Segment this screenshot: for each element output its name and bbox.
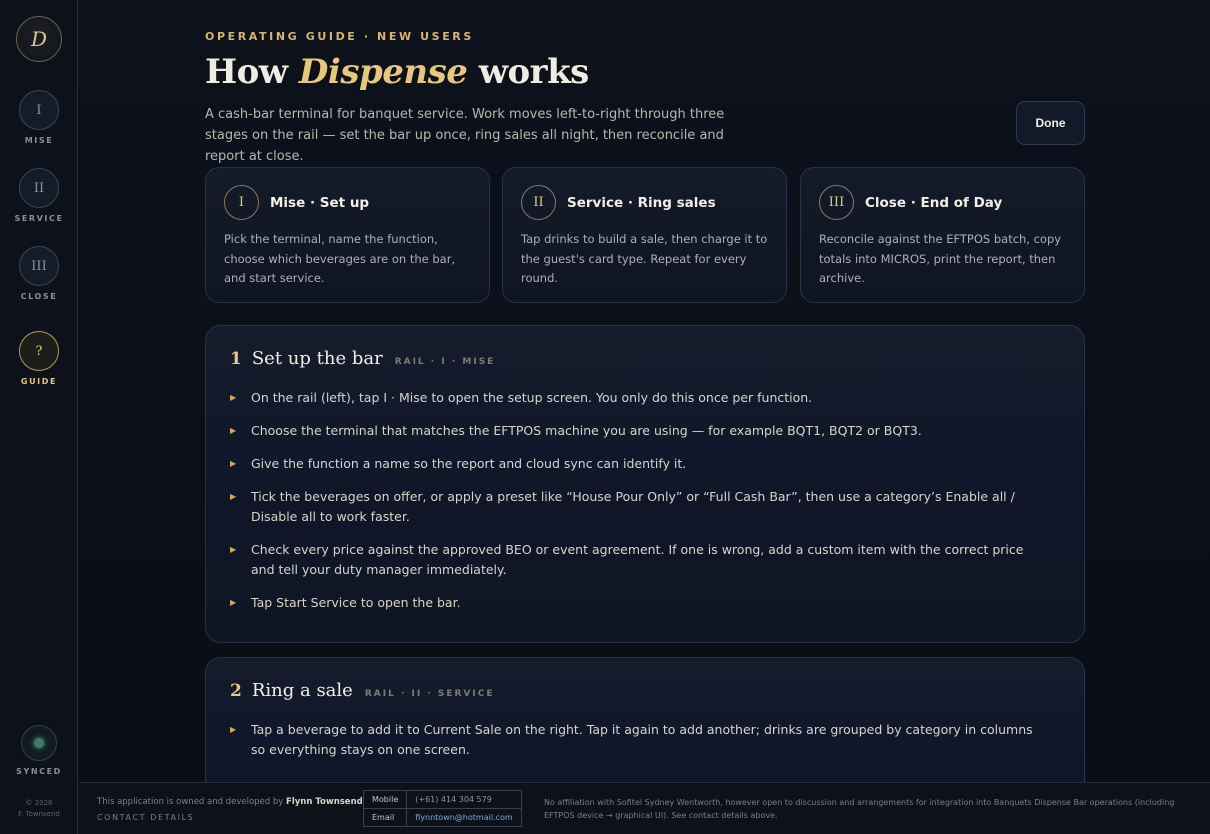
- bullet-arrow-icon: ▶: [230, 725, 237, 734]
- list-item-text: Tap a beverage to add it to Current Sale…: [251, 722, 1033, 757]
- list-item-text: Check every price against the approved B…: [251, 542, 1024, 577]
- stage-numeral: II: [521, 185, 556, 220]
- page-title: How Dispense works: [205, 52, 589, 92]
- section-title: Ring a sale: [251, 680, 353, 701]
- owner-name: Flynn Townsend: [286, 797, 363, 807]
- footer: This application is owned and developed …: [79, 782, 1210, 834]
- owner-prefix: This application is owned and developed …: [97, 797, 284, 807]
- rail-guide-numeral: ?: [35, 343, 43, 359]
- list-item: ▶ Tap Start Service to open the bar.: [230, 593, 1046, 613]
- stage-numeral: III: [819, 185, 854, 220]
- page-intro: A cash-bar terminal for banquet service.…: [205, 107, 725, 164]
- section-title: Set up the bar: [251, 348, 383, 369]
- list-item: ▶ On the rail (left), tap I · Mise to ope…: [230, 388, 1046, 408]
- rail-item-close[interactable]: III CLOSE: [0, 246, 78, 301]
- rail-mise-label: MISE: [24, 136, 54, 145]
- list-item-text: Choose the terminal that matches the EFT…: [251, 423, 922, 438]
- section-tag: RAIL · I · MISE: [394, 357, 496, 367]
- section-number: 2: [230, 681, 242, 701]
- page-eyebrow: OPERATING GUIDE · NEW USERS: [205, 30, 474, 43]
- bullet-arrow-icon: ▶: [230, 492, 237, 501]
- sync-label: SYNCED: [16, 767, 62, 776]
- title-emphasis: Dispense: [298, 52, 468, 92]
- bullet-arrow-icon: ▶: [230, 393, 237, 402]
- rail-service-icon: II: [19, 168, 59, 208]
- stage-description: Tap drinks to build a sale, then charge …: [521, 232, 768, 285]
- stage-title: Mise · Set up: [270, 194, 370, 211]
- section-number: 1: [230, 349, 242, 369]
- stage-card-close: III Close · End of Day Reconcile against…: [800, 167, 1085, 303]
- disclaimer-text: No affiliation with Sofitel Sydney Wentw…: [544, 798, 1175, 820]
- bullet-arrow-icon: ▶: [230, 598, 237, 607]
- rail-close-label: CLOSE: [20, 292, 58, 301]
- stage-title: Service · Ring sales: [567, 194, 716, 211]
- list-item: ▶ Check every price against the approved …: [230, 540, 1046, 580]
- list-item: ▶ Give the function a name so the report …: [230, 454, 1046, 474]
- bullet-arrow-icon: ▶: [230, 459, 237, 468]
- rail-guide-icon: ?: [19, 331, 59, 371]
- sync-dot: [34, 738, 44, 748]
- list-item-text: Give the function a name so the report a…: [251, 456, 687, 471]
- owner-credit: This application is owned and developed …: [97, 797, 363, 807]
- rail-mise-numeral: I: [36, 102, 42, 118]
- rail-item-mise[interactable]: I MISE: [0, 90, 78, 145]
- done-button[interactable]: Done: [1016, 101, 1085, 145]
- section-header: 2 Ring a sale RAIL · II · SERVICE: [230, 680, 495, 701]
- rail-service-numeral: II: [33, 180, 45, 196]
- section-header: 1 Set up the bar RAIL · I · MISE: [230, 348, 495, 369]
- section-tag: RAIL · II · SERVICE: [364, 689, 495, 699]
- list-item: ▶ Tick the beverages on offer, or apply a…: [230, 487, 1046, 527]
- section-setup: 1 Set up the bar RAIL · I · MISE ▶ On the…: [205, 325, 1085, 643]
- section-ring-sale: 2 Ring a sale RAIL · II · SERVICE ▶ Tap a…: [205, 657, 1085, 782]
- list-item: ▶ Choose the terminal that matches the EF…: [230, 421, 1046, 441]
- rail-close-icon: III: [19, 246, 59, 286]
- list-item-text: Tap Start Service to open the bar.: [251, 595, 461, 610]
- stage-description: Pick the terminal, name the function, ch…: [224, 232, 456, 285]
- rail-close-numeral: III: [31, 258, 47, 274]
- rail-guide-label: GUIDE: [20, 377, 58, 386]
- list-item: ▶ Tap a beverage to add it to Current Sal…: [230, 720, 1046, 760]
- stage-card-mise: I Mise · Set up Pick the terminal, name …: [205, 167, 490, 303]
- copyright: © 2026 F. Townsend: [0, 798, 78, 820]
- main-content[interactable]: OPERATING GUIDE · NEW USERS How Dispense…: [79, 0, 1210, 782]
- sync-indicator-icon: [21, 725, 57, 761]
- table-row: Email flynntown@hotmail.com: [362, 808, 523, 827]
- list-item-text: Tick the beverages on offer, or apply a …: [251, 489, 1015, 524]
- contact-table: Mobile (+61) 414 304 579 Email flynntown…: [362, 790, 523, 827]
- rail-item-service[interactable]: II SERVICE: [0, 168, 78, 223]
- copyright-owner: F. Townsend: [18, 810, 60, 818]
- mobile-key: Mobile: [362, 790, 408, 809]
- stage-numeral: I: [224, 185, 259, 220]
- rail-service-label: SERVICE: [14, 214, 64, 223]
- rail-item-guide[interactable]: ? GUIDE: [0, 331, 78, 386]
- rail-mise-icon: I: [19, 90, 59, 130]
- app-logo: D: [16, 16, 62, 62]
- bullet-arrow-icon: ▶: [230, 426, 237, 435]
- stage-card-service: II Service · Ring sales Tap drinks to bu…: [502, 167, 787, 303]
- email-link[interactable]: flynntown@hotmail.com: [406, 808, 523, 827]
- stage-title: Close · End of Day: [865, 194, 1003, 211]
- contact-details-label: CONTACT DETAILS: [97, 813, 195, 822]
- logo-letter: D: [30, 27, 48, 51]
- copyright-year: © 2026: [25, 799, 53, 807]
- table-row: Mobile (+61) 414 304 579: [362, 790, 523, 809]
- bullet-arrow-icon: ▶: [230, 545, 237, 554]
- email-key: Email: [362, 808, 408, 827]
- mobile-value[interactable]: (+61) 414 304 579: [406, 790, 523, 809]
- stage-description: Reconcile against the EFTPOS batch, copy…: [819, 232, 1062, 285]
- list-item-text: On the rail (left), tap I · Mise to open…: [251, 390, 813, 405]
- bullet-list: ▶ On the rail (left), tap I · Mise to ope…: [230, 388, 1046, 626]
- title-post: works: [478, 52, 590, 92]
- sidebar-rail: D I MISE II SERVICE III CLOSE ? GUIDE SY…: [0, 0, 78, 834]
- bullet-list: ▶ Tap a beverage to add it to Current Sal…: [230, 720, 1046, 773]
- sync-status: SYNCED: [0, 725, 78, 776]
- title-pre: How: [205, 52, 288, 92]
